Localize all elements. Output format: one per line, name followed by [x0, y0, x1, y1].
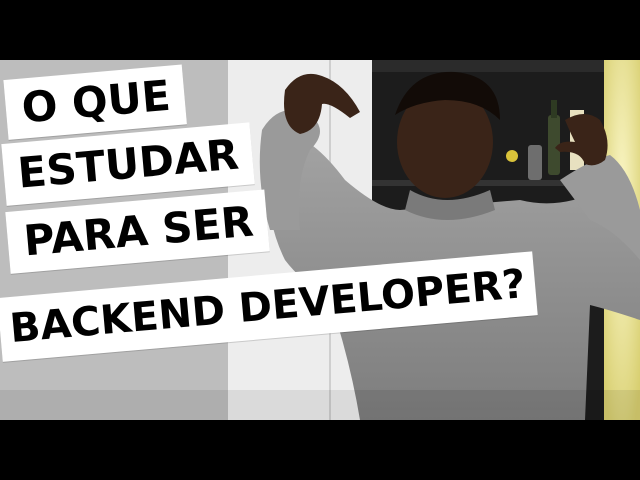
caption-line-1-text: O QUE: [19, 70, 173, 133]
bottle: [528, 145, 542, 180]
caption-line-3-text: PARA SER: [21, 196, 256, 266]
thumbnail-frame: O QUE ESTUDAR PARA SER BACKEND DEVELOPER…: [0, 0, 640, 480]
caption-line-2-text: ESTUDAR: [15, 129, 241, 198]
